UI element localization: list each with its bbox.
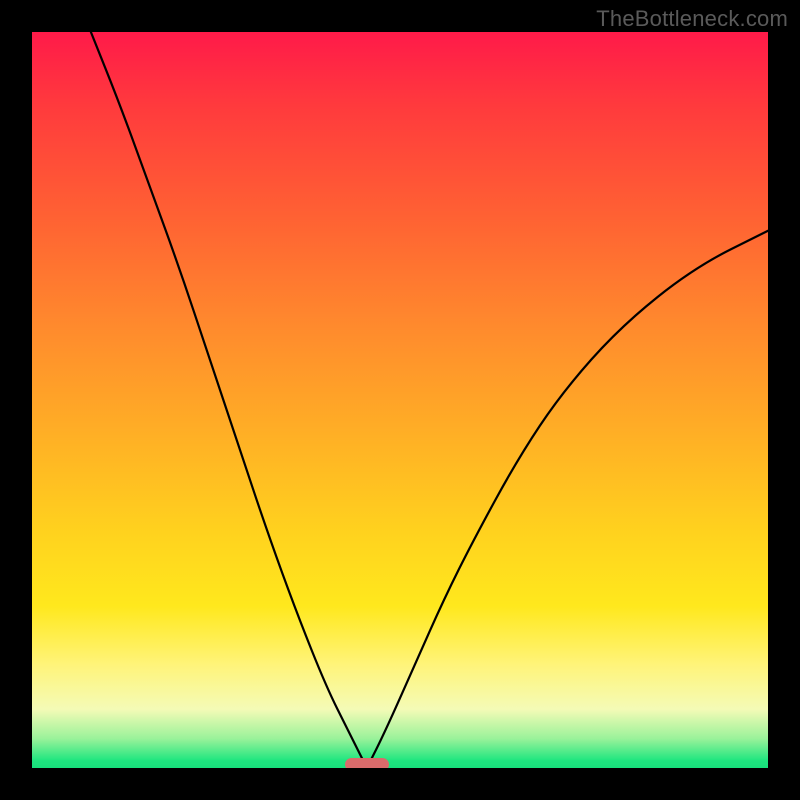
chart-frame: TheBottleneck.com bbox=[0, 0, 800, 800]
plot-area bbox=[32, 32, 768, 768]
watermark-text: TheBottleneck.com bbox=[596, 6, 788, 32]
curve-right-branch bbox=[367, 231, 768, 768]
curve-left-branch bbox=[91, 32, 367, 768]
bottleneck-marker bbox=[345, 758, 389, 768]
bottleneck-curve bbox=[32, 32, 768, 768]
